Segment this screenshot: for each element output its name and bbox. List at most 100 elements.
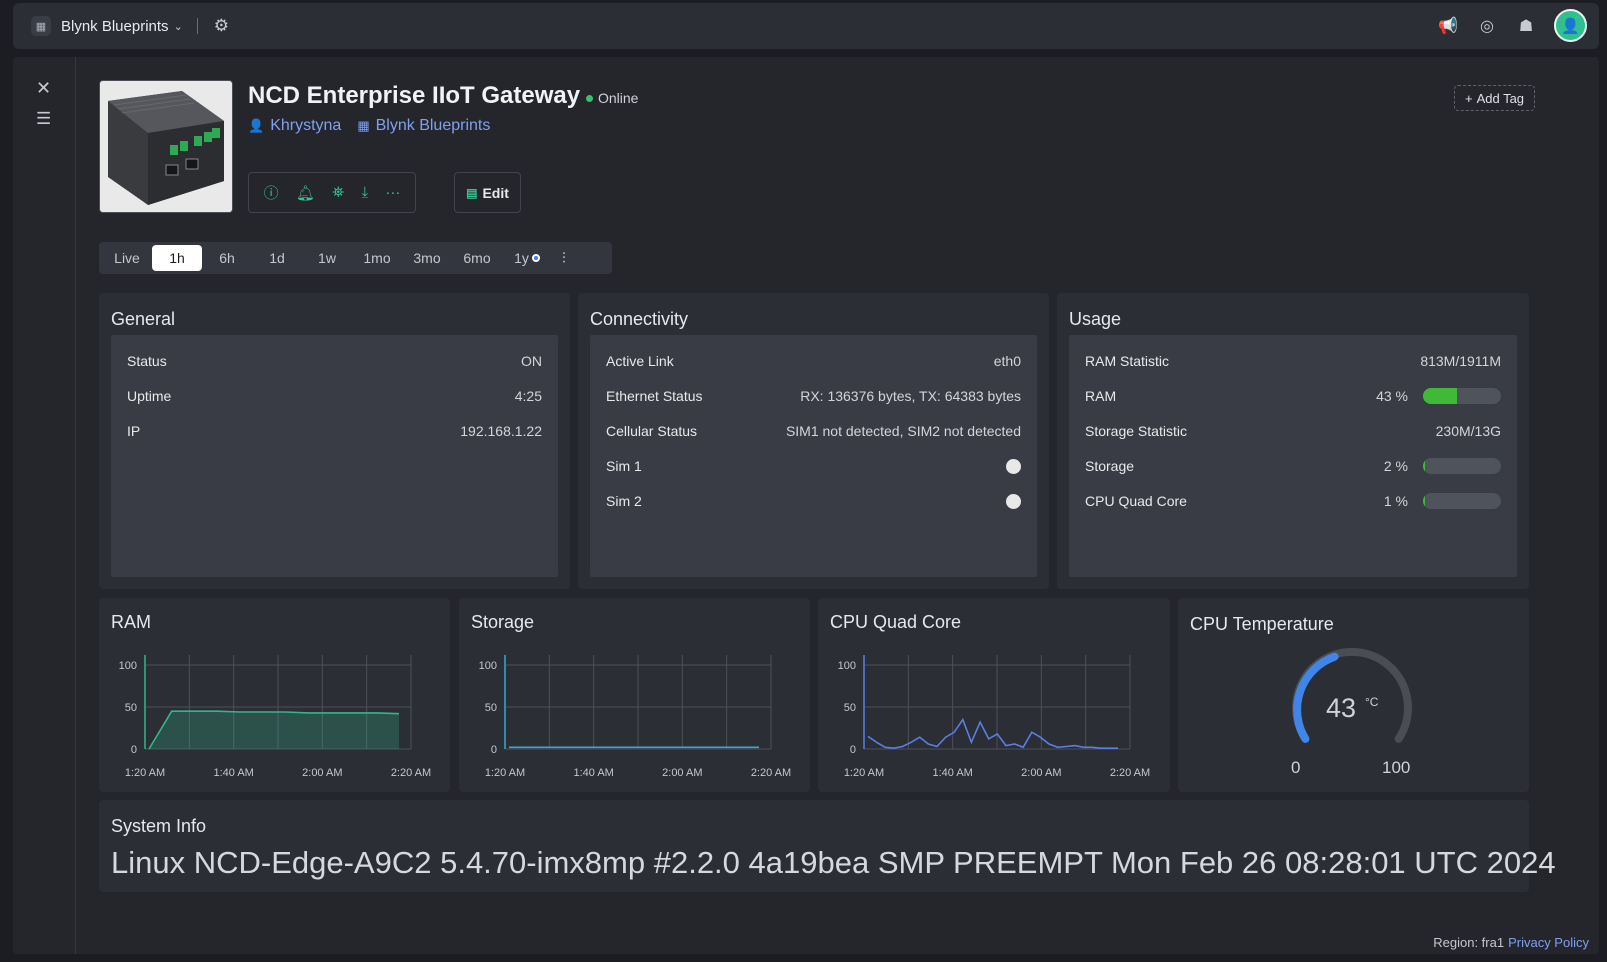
- general-title: General: [111, 309, 176, 329]
- row-label: RAM Statistic: [1085, 353, 1170, 369]
- range-6mo[interactable]: 6mo: [452, 245, 502, 271]
- row-label: Sim 2: [606, 493, 642, 509]
- row-label: Cellular Status: [606, 423, 698, 439]
- x-tick-label: 2:20 AM: [751, 767, 791, 779]
- conn-row-sim1: Sim 1: [606, 456, 1021, 476]
- device-actions: ⓘ 🔔︎ ⛯ ⤓ ···: [248, 172, 416, 213]
- info-icon[interactable]: ⓘ: [264, 182, 279, 203]
- connectivity-card: Connectivity Active Link eth0 Ethernet St…: [578, 293, 1049, 589]
- organization-link[interactable]: ▦ Blynk Blueprints: [357, 117, 490, 135]
- x-tick-label: 2:20 AM: [1110, 767, 1150, 779]
- usage-title: Usage: [1069, 309, 1122, 329]
- sliders-icon[interactable]: ⫶: [562, 250, 566, 267]
- sim1-indicator: [1006, 458, 1021, 474]
- conn-row-cellular: Cellular Status SIM1 not detected, SIM2 n…: [606, 421, 1021, 441]
- storage-chart-card: Storage 0 50 100 1:20 AM 1:40 AM 2:00 AM 2:20 …: [459, 598, 810, 792]
- temperature-unit: °C: [1365, 695, 1379, 709]
- x-tick-label: 2:20 AM: [391, 767, 431, 779]
- privacy-policy-link[interactable]: Privacy Policy: [1508, 935, 1589, 950]
- edit-icon: ▤: [466, 185, 478, 200]
- edit-label: Edit: [482, 184, 509, 201]
- row-value: 192.168.1.22: [460, 423, 542, 439]
- x-tick-label: 2:00 AM: [302, 767, 342, 779]
- device-meta: 👤 Khrystyna ▦ Blynk Blueprints: [248, 117, 490, 135]
- device-image: [99, 80, 233, 213]
- row-label: Status: [127, 353, 167, 369]
- bell-icon[interactable]: 🔔︎: [296, 184, 315, 202]
- general-card: General Status ON Uptime 4:25 IP 192.168.1.…: [99, 293, 570, 589]
- help-icon[interactable]: ◎: [1476, 16, 1498, 36]
- range-1mo[interactable]: 1mo: [352, 245, 402, 271]
- row-label: CPU Quad Core: [1085, 493, 1187, 509]
- satellite-icon[interactable]: ⛯: [332, 184, 344, 201]
- range-6h[interactable]: 6h: [202, 245, 252, 271]
- edit-button[interactable]: ▤ Edit: [454, 172, 521, 213]
- x-tick-label: 1:20 AM: [485, 767, 525, 779]
- series-line: [867, 717, 1118, 750]
- conn-row-active-link: Active Link eth0: [606, 351, 1021, 371]
- add-tag-label: Add Tag: [1476, 90, 1525, 106]
- kernel-string: Linux NCD-Edge-A9C2 5.4.70-imx8mp #2.2.0…: [111, 845, 1556, 880]
- range-3mo[interactable]: 3mo: [402, 245, 452, 271]
- cpu-chart: 0 50 100 1:20 AM 1:40 AM 2:00 AM 2:20 AM: [838, 655, 1150, 779]
- usage-row-ram-stat: RAM Statistic 813M/1911M: [1085, 351, 1501, 371]
- range-1h[interactable]: 1h: [152, 245, 202, 271]
- chevron-down-icon[interactable]: ⌄: [174, 20, 183, 33]
- menu-icon[interactable]: ☰: [36, 109, 51, 129]
- x-tick-label: 1:40 AM: [932, 767, 972, 779]
- building-icon: ▦: [357, 118, 370, 133]
- gear-icon[interactable]: ⚙: [214, 16, 229, 36]
- x-tick-label: 1:20 AM: [844, 767, 884, 779]
- ram-bar-group: 43 %: [1376, 388, 1501, 404]
- row-value: eth0: [993, 353, 1021, 369]
- row-label: IP: [127, 423, 141, 439]
- close-icon[interactable]: ✕: [36, 78, 51, 99]
- ram-progress-bar: [1423, 388, 1501, 404]
- top-bar: ▦ Blynk Blueprints ⌄ ⚙ 📢 ◎ ☗ 👤: [13, 3, 1599, 49]
- x-tick-label: 1:40 AM: [573, 767, 613, 779]
- x-tick-label: 2:00 AM: [662, 767, 702, 779]
- x-tick-label: 1:20 AM: [125, 767, 165, 779]
- owner-link[interactable]: 👤 Khrystyna: [248, 117, 341, 135]
- general-body: Status ON Uptime 4:25 IP 192.168.1.22: [111, 335, 558, 577]
- range-1d[interactable]: 1d: [252, 245, 302, 271]
- top-right-actions: 📢 ◎ ☗ 👤: [1437, 9, 1587, 42]
- range-live[interactable]: Live: [102, 245, 152, 271]
- ram-progress-fill: [1423, 388, 1457, 404]
- avatar[interactable]: 👤: [1554, 9, 1587, 42]
- row-value: 4:25: [514, 388, 542, 404]
- organization-switcher[interactable]: Blynk Blueprints: [61, 18, 169, 35]
- usage-card: Usage RAM Statistic 813M/1911M RAM 43 % St…: [1057, 293, 1529, 589]
- connectivity-body: Active Link eth0 Ethernet Status RX: 13637…: [590, 335, 1037, 577]
- series-area: [149, 711, 399, 749]
- x-tick-label: 1:40 AM: [213, 767, 253, 779]
- download-icon[interactable]: ⤓: [361, 184, 368, 201]
- conn-row-ethernet: Ethernet Status RX: 136376 bytes, TX: 643…: [606, 386, 1021, 406]
- row-value: 230M/13G: [1435, 423, 1501, 439]
- y-tick-label: 100: [838, 660, 856, 672]
- conn-row-sim2: Sim 2: [606, 491, 1021, 511]
- megaphone-icon[interactable]: 📢: [1437, 16, 1459, 36]
- y-tick-label: 0: [491, 744, 497, 756]
- y-tick-label: 100: [479, 660, 497, 672]
- usage-row-cpu: CPU Quad Core 1 %: [1085, 491, 1501, 511]
- more-icon[interactable]: ···: [385, 184, 400, 201]
- row-label: Storage Statistic: [1085, 423, 1187, 439]
- range-1w[interactable]: 1w: [302, 245, 352, 271]
- row-value: RX: 136376 bytes, TX: 64383 bytes: [800, 388, 1021, 404]
- time-range-selector: Live 1h 6h 1d 1w 1mo 3mo 6mo 1y ⫶: [99, 242, 612, 274]
- storage-chart-title: Storage: [471, 612, 535, 632]
- range-1y[interactable]: 1y: [502, 245, 552, 271]
- footer: Region: fra1 Privacy Policy: [1433, 935, 1589, 950]
- system-info-title: System Info: [111, 816, 207, 836]
- plus-icon: +: [1464, 90, 1473, 106]
- row-label: Ethernet Status: [606, 388, 703, 404]
- row-value: ON: [521, 353, 542, 369]
- range-1y-label: 1y: [514, 250, 529, 266]
- temperature-card: CPU Temperature 43 °C 0 100: [1178, 598, 1529, 792]
- cpu-percent: 1 %: [1383, 493, 1408, 509]
- y-tick-label: 0: [850, 744, 856, 756]
- add-tag-button[interactable]: + Add Tag: [1454, 85, 1535, 111]
- bug-icon[interactable]: ☗: [1515, 16, 1537, 36]
- gauge-min: 0: [1291, 758, 1301, 777]
